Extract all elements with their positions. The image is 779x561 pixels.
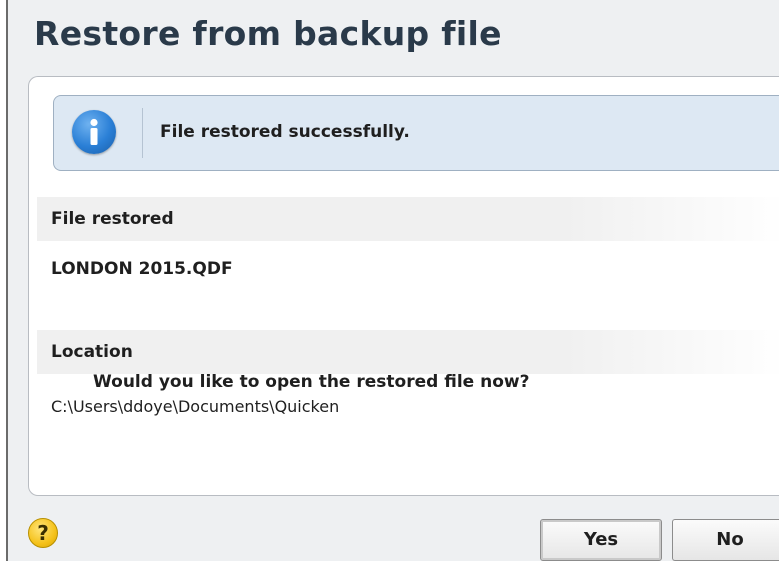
file-restored-header: File restored: [37, 197, 779, 241]
info-icon: [72, 110, 116, 154]
location-header: Location: [37, 330, 779, 374]
info-banner: File restored successfully.: [53, 95, 779, 171]
help-icon[interactable]: ?: [28, 518, 58, 548]
yes-button[interactable]: Yes: [540, 519, 662, 561]
restored-file-name: LONDON 2015.QDF: [51, 259, 233, 279]
content-panel: File restored successfully. File restore…: [28, 76, 779, 496]
banner-message: File restored successfully.: [160, 122, 410, 142]
dialog-title: Restore from backup file: [34, 14, 502, 53]
open-file-question: Would you like to open the restored file…: [93, 372, 530, 392]
banner-divider: [142, 108, 143, 158]
no-button[interactable]: No: [672, 519, 779, 561]
location-path: C:\Users\ddoye\Documents\Quicken: [51, 397, 340, 416]
restore-dialog: Restore from backup file File restored s…: [6, 0, 779, 561]
